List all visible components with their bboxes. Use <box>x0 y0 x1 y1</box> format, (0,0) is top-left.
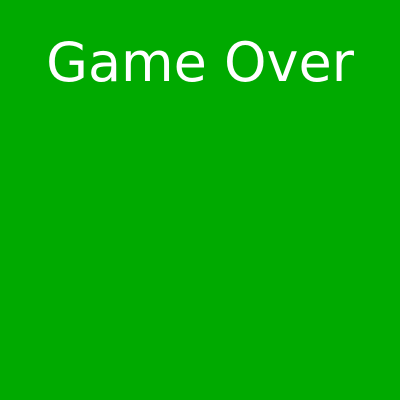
game-over-title: Game Over <box>46 31 354 94</box>
game-over-screen: Game Over <box>0 0 400 400</box>
